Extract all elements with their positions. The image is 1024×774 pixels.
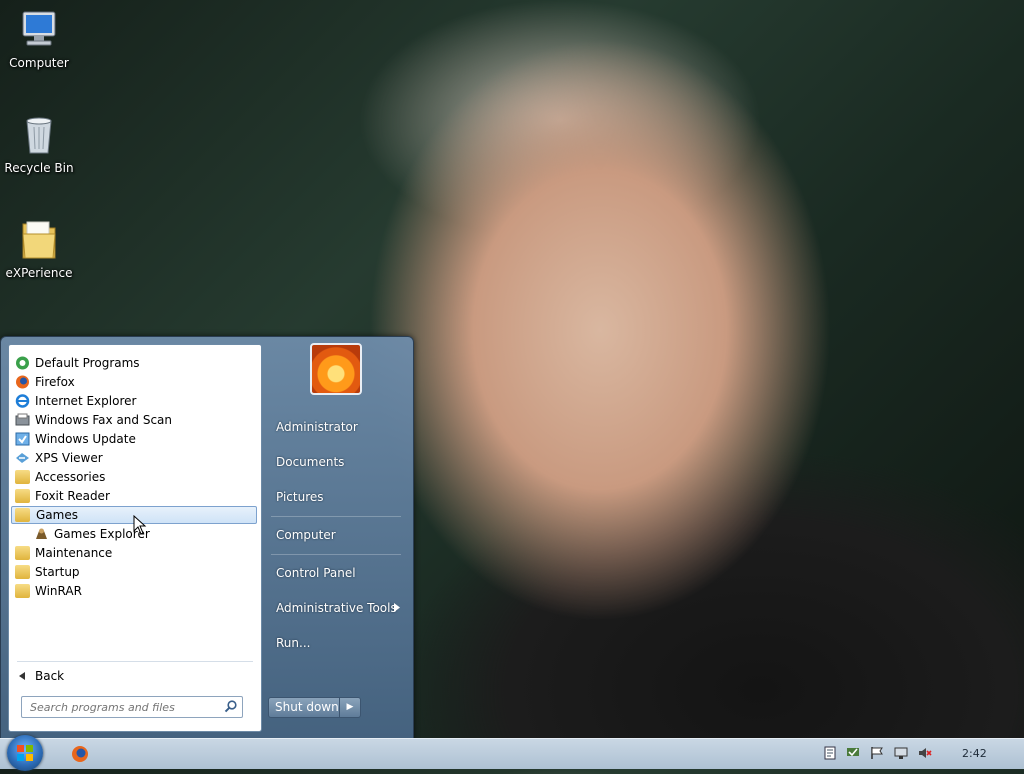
program-windows-fax-and-scan[interactable]: Windows Fax and Scan bbox=[11, 411, 257, 429]
menu-item-run[interactable]: Run... bbox=[276, 636, 310, 650]
desktop-icon-computer[interactable]: Computer bbox=[1, 8, 77, 70]
chevron-right-icon bbox=[394, 603, 400, 612]
start-menu-programs-pane: Default Programs Firefox Internet Explor… bbox=[8, 344, 262, 732]
program-accessories[interactable]: Accessories bbox=[11, 468, 257, 486]
program-label: Startup bbox=[35, 565, 80, 579]
user-avatar[interactable] bbox=[310, 343, 362, 395]
fax-scan-icon bbox=[15, 413, 30, 427]
desktop-icon-label: eXPerience bbox=[5, 266, 73, 280]
program-maintenance[interactable]: Maintenance bbox=[11, 544, 257, 562]
windows-update-icon bbox=[15, 432, 30, 446]
menu-item-documents[interactable]: Documents bbox=[276, 455, 344, 469]
shutdown-button[interactable]: Shut down bbox=[268, 697, 340, 718]
program-label: Firefox bbox=[35, 375, 75, 389]
internet-explorer-icon bbox=[15, 394, 30, 408]
taskbar: 2:42 bbox=[0, 735, 1024, 771]
mouse-cursor-icon bbox=[133, 515, 147, 535]
program-label: Internet Explorer bbox=[35, 394, 137, 408]
program-label: Accessories bbox=[35, 470, 106, 484]
desktop-icon-label: Recycle Bin bbox=[4, 161, 74, 175]
separator bbox=[271, 516, 401, 517]
search-icon[interactable] bbox=[224, 700, 237, 716]
computer-icon bbox=[17, 8, 61, 52]
folder-icon bbox=[15, 489, 30, 503]
menu-item-administrative-tools[interactable]: Administrative Tools bbox=[276, 601, 397, 615]
program-firefox[interactable]: Firefox bbox=[11, 373, 257, 391]
separator bbox=[17, 661, 253, 662]
flag-icon[interactable] bbox=[870, 746, 884, 760]
program-default-programs[interactable]: Default Programs bbox=[11, 354, 257, 372]
desktop-icon-experience[interactable]: eXPerience bbox=[1, 218, 77, 280]
folder-icon bbox=[15, 508, 30, 522]
back-label: Back bbox=[35, 669, 65, 683]
taskbar-clock[interactable]: 2:42 bbox=[962, 747, 987, 760]
menu-item-administrator[interactable]: Administrator bbox=[276, 420, 358, 434]
program-label: Games bbox=[36, 508, 78, 522]
xps-viewer-icon bbox=[15, 451, 30, 465]
folder-icon bbox=[15, 584, 30, 598]
monitor-icon[interactable] bbox=[894, 746, 908, 760]
program-label: Windows Fax and Scan bbox=[35, 413, 173, 427]
firefox-icon bbox=[15, 375, 30, 389]
search-box[interactable] bbox=[21, 696, 243, 718]
default-programs-icon bbox=[15, 356, 30, 370]
desktop-icon-label: Computer bbox=[9, 56, 69, 70]
back-button[interactable]: Back bbox=[11, 667, 257, 685]
menu-item-control-panel[interactable]: Control Panel bbox=[276, 566, 356, 580]
network-check-icon[interactable] bbox=[846, 746, 860, 760]
search-input[interactable] bbox=[28, 697, 222, 717]
program-xps-viewer[interactable]: XPS Viewer bbox=[11, 449, 257, 467]
start-menu: Default Programs Firefox Internet Explor… bbox=[0, 336, 414, 740]
recycle-bin-icon bbox=[17, 113, 61, 157]
firefox-icon bbox=[72, 746, 88, 762]
menu-item-pictures[interactable]: Pictures bbox=[276, 490, 324, 504]
program-label: WinRAR bbox=[35, 584, 82, 598]
folder-icon bbox=[15, 565, 30, 579]
separator bbox=[271, 554, 401, 555]
volume-muted-icon[interactable] bbox=[918, 746, 932, 760]
program-windows-update[interactable]: Windows Update bbox=[11, 430, 257, 448]
folder-icon bbox=[17, 218, 61, 262]
program-winrar[interactable]: WinRAR bbox=[11, 582, 257, 600]
taskbar-firefox-button[interactable] bbox=[70, 744, 90, 764]
folder-icon bbox=[15, 546, 30, 560]
folder-icon bbox=[15, 470, 30, 484]
games-explorer-icon bbox=[34, 527, 49, 541]
program-foxit-reader[interactable]: Foxit Reader bbox=[11, 487, 257, 505]
program-label: XPS Viewer bbox=[35, 451, 103, 465]
program-label: Default Programs bbox=[35, 356, 140, 370]
windows-logo-icon bbox=[17, 745, 33, 761]
chevron-right-icon: ▶ bbox=[346, 702, 354, 712]
triangle-left-icon bbox=[15, 669, 30, 683]
shutdown-options-button[interactable]: ▶ bbox=[340, 697, 361, 718]
program-label: Foxit Reader bbox=[35, 489, 110, 503]
program-label: Maintenance bbox=[35, 546, 113, 560]
start-button[interactable] bbox=[7, 735, 43, 771]
program-label: Windows Update bbox=[35, 432, 136, 446]
desktop-icon-recycle-bin[interactable]: Recycle Bin bbox=[1, 113, 77, 175]
program-startup[interactable]: Startup bbox=[11, 563, 257, 581]
document-icon[interactable] bbox=[823, 746, 837, 760]
program-internet-explorer[interactable]: Internet Explorer bbox=[11, 392, 257, 410]
menu-item-computer[interactable]: Computer bbox=[276, 528, 336, 542]
